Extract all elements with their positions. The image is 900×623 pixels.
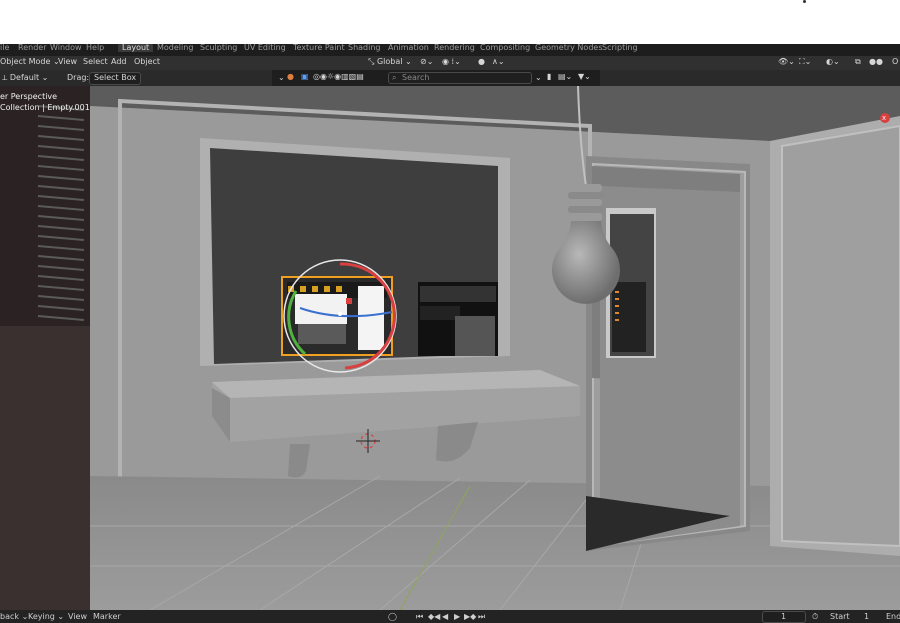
snap-icon[interactable]: ◉ ⁞⌄ bbox=[442, 57, 461, 66]
visibility-icon[interactable]: 👁⌄ bbox=[778, 57, 795, 66]
menu-select[interactable]: Select bbox=[83, 57, 108, 66]
tool-settings-bar: ⟂ Default ⌄ Drag: Select Box ⌄ ● ▣ ◎◉☼◉▥… bbox=[0, 70, 900, 86]
orientation-icon: ⤡ bbox=[368, 57, 375, 66]
prev-keyframe-icon[interactable]: ◆◀ bbox=[428, 612, 440, 621]
pivot-small-icon: ⟂ bbox=[2, 73, 8, 82]
keying-label: Keying bbox=[28, 612, 55, 621]
overlay-toggle-icon[interactable]: ◐⌄ bbox=[826, 57, 840, 66]
tab-texture-paint[interactable]: Texture Paint bbox=[293, 44, 345, 52]
orientation-label: Global bbox=[376, 57, 403, 66]
marker-menu[interactable]: Marker bbox=[93, 612, 121, 621]
workspace-tab-bar: ile Render Window Help Layout Modeling S… bbox=[0, 44, 900, 56]
orientation-default[interactable]: ⟂ Default ⌄ bbox=[2, 73, 48, 83]
tab-shading[interactable]: Shading bbox=[348, 44, 381, 52]
playback-menu[interactable]: back ⌄ bbox=[0, 612, 28, 621]
tab-sculpting[interactable]: Sculpting bbox=[200, 44, 237, 52]
falloff-icon[interactable]: ∧⌄ bbox=[492, 57, 505, 66]
stopwatch-icon[interactable]: ⏱ bbox=[812, 612, 818, 622]
tab-hidden-1: ile bbox=[0, 44, 10, 52]
keying-menu[interactable]: Keying ⌄ bbox=[28, 612, 64, 621]
chevron-down-icon: ⌄ bbox=[41, 73, 49, 82]
scene-render bbox=[0, 86, 900, 610]
tab-layout[interactable]: Layout bbox=[118, 44, 154, 52]
filter-icons-group[interactable]: ◎◉☼◉▥▧▤ bbox=[313, 72, 364, 81]
tab-scripting[interactable]: Scripting bbox=[602, 44, 638, 52]
jump-end-icon[interactable]: ⏭ bbox=[478, 612, 485, 622]
end-label: End bbox=[886, 612, 900, 621]
current-frame-value: 1 bbox=[781, 612, 787, 621]
chevron-down-icon[interactable]: ⌄ bbox=[278, 73, 285, 82]
chevron-down-icon: ⌄ bbox=[405, 57, 412, 66]
bookmark-icon[interactable]: ▮ bbox=[547, 72, 551, 81]
orientation-default-label: Default bbox=[9, 73, 40, 82]
tab-hidden-4: Help bbox=[86, 44, 105, 52]
playback-label: back bbox=[0, 612, 20, 621]
restrict-select-icon[interactable]: ▣ bbox=[301, 72, 309, 81]
top-blank-area bbox=[0, 0, 900, 44]
color-icon[interactable]: ● bbox=[287, 72, 294, 81]
search-placeholder: Search bbox=[402, 73, 430, 82]
current-frame-field[interactable]: 1 bbox=[762, 611, 806, 623]
timeline-view-menu[interactable]: View bbox=[68, 612, 87, 621]
mode-selector[interactable]: Object Mode ⌄ bbox=[0, 57, 60, 66]
pivot-icon[interactable]: ⊘⌄ bbox=[420, 57, 433, 66]
drag-select-box[interactable]: Select Box bbox=[89, 72, 141, 85]
jump-start-icon[interactable]: ⏮ bbox=[416, 612, 423, 622]
gizmo-toggle-icon[interactable]: ⛶⌄ bbox=[799, 57, 811, 67]
search-input[interactable]: ⌕ Search bbox=[388, 72, 532, 84]
next-keyframe-icon[interactable]: ▶◆ bbox=[464, 612, 476, 621]
mode-label: Object Mode bbox=[0, 57, 51, 66]
start-value[interactable]: 1 bbox=[864, 612, 869, 621]
viewport-header: Object Mode ⌄ View Select Add Object ⤡ G… bbox=[0, 56, 900, 70]
funnel-icon[interactable]: ▼⌄ bbox=[578, 72, 591, 81]
tab-hidden-3: Window bbox=[50, 44, 82, 52]
menu-view[interactable]: View bbox=[58, 57, 77, 66]
sort-icon[interactable]: ▤⌄ bbox=[558, 72, 572, 81]
timeline-bar: back ⌄ Keying ⌄ View Marker ◯ ⏮ ◆◀ ◀ ▶ ▶… bbox=[0, 610, 900, 623]
options-button[interactable]: O bbox=[892, 57, 898, 66]
play-icon[interactable]: ▶ bbox=[454, 612, 460, 621]
empty-x-marker-icon: x bbox=[882, 114, 887, 122]
filter-dropdown-icon[interactable]: ⌄ bbox=[535, 73, 542, 82]
tab-hidden-2: Render bbox=[18, 44, 47, 52]
search-icon: ⌕ bbox=[392, 73, 397, 82]
menu-add[interactable]: Add bbox=[111, 57, 127, 66]
tab-uv-editing[interactable]: UV Editing bbox=[244, 44, 286, 52]
collection-info-text: Collection | Empty.001 bbox=[0, 103, 90, 112]
proportional-edit-icon[interactable]: ● bbox=[478, 57, 485, 66]
start-label: Start bbox=[830, 612, 850, 621]
shading-solid-icon[interactable]: ●● bbox=[869, 57, 883, 66]
chevron-down-icon: ⌄ bbox=[57, 612, 65, 621]
drag-label: Drag: bbox=[67, 73, 90, 82]
transform-orientation-dropdown[interactable]: ⤡ Global ⌄ bbox=[368, 57, 412, 67]
drag-value: Select Box bbox=[94, 73, 137, 82]
tab-modeling[interactable]: Modeling bbox=[157, 44, 193, 52]
menu-object[interactable]: Object bbox=[134, 57, 160, 66]
tab-animation[interactable]: Animation bbox=[388, 44, 429, 52]
record-icon[interactable]: ◯ bbox=[388, 612, 397, 621]
tab-geometry-nodes[interactable]: Geometry Nodes bbox=[535, 44, 602, 52]
tab-rendering[interactable]: Rendering bbox=[434, 44, 475, 52]
view-name-text: er Perspective bbox=[0, 92, 58, 101]
play-reverse-icon[interactable]: ◀ bbox=[442, 612, 448, 621]
3d-viewport[interactable]: er Perspective Collection | Empty.001 x bbox=[0, 86, 900, 610]
tab-compositing[interactable]: Compositing bbox=[480, 44, 530, 52]
xray-icon[interactable]: ⧉ bbox=[855, 57, 861, 67]
dot-mark bbox=[803, 0, 806, 3]
